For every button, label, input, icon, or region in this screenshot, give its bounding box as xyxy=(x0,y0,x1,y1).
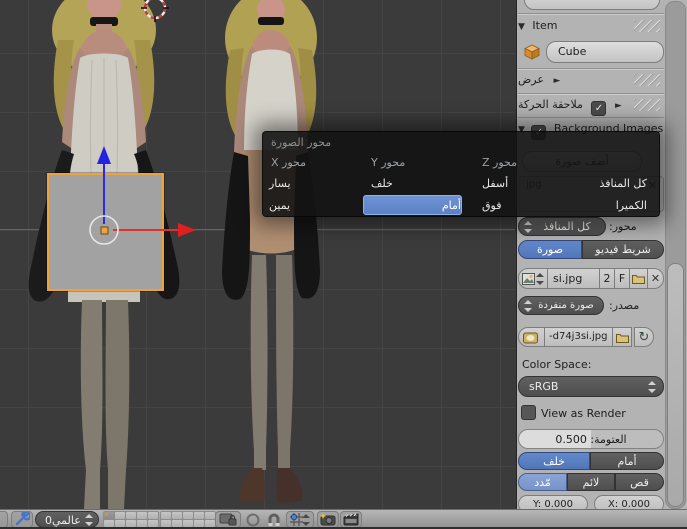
chevron-updown-icon xyxy=(648,380,657,393)
chevron-updown-icon xyxy=(302,513,311,526)
panel-header-item[interactable]: ▼ Item xyxy=(518,16,664,36)
menu-item-top[interactable]: فوق xyxy=(482,196,501,216)
snap-element-dropdown[interactable] xyxy=(286,511,314,528)
chevron-updown-icon xyxy=(524,220,533,233)
image-source-dropdown[interactable]: صورة منفردة xyxy=(518,296,604,315)
image-axis-menu: محور الصورة محور X محور Y محور Z يسار يم… xyxy=(262,131,660,217)
clapperboard-icon xyxy=(343,513,359,526)
chevron-updown-icon xyxy=(536,272,545,285)
selected-plane-object[interactable] xyxy=(47,173,164,291)
axis-dropdown[interactable]: كل المنافذ xyxy=(518,217,606,236)
cube-icon xyxy=(524,44,540,60)
wrench-manipulator-icon xyxy=(15,512,30,526)
lock-screen-icon xyxy=(219,513,237,525)
view-as-render-checkbox[interactable]: ✓ xyxy=(521,405,536,420)
draw-front-toggle[interactable]: أمام xyxy=(590,452,664,470)
magnet-icon xyxy=(268,513,280,526)
menu-col-x-header: محور X xyxy=(271,156,307,169)
proportional-edit-circle-icon xyxy=(246,513,260,526)
transform-orientation-dropdown[interactable]: عالمي0 xyxy=(35,511,99,528)
colorspace-dropdown[interactable]: sRGB xyxy=(518,376,664,397)
folder-icon xyxy=(615,333,629,343)
viewport-header-toolbar: عالمي0 xyxy=(0,509,687,529)
layers-widget-group-2[interactable] xyxy=(160,511,216,528)
source-image-toggle[interactable]: صورة xyxy=(518,240,582,259)
properties-sidebar: ▼ Item Cube عرض ► ملاحقة الحركة ✓ ► ▼ Ba… xyxy=(516,0,687,513)
source-label: مصدر: xyxy=(609,299,640,312)
unlink-image-button[interactable]: ✕ xyxy=(648,268,664,289)
panel-header-display[interactable]: عرض ► xyxy=(518,70,664,90)
menu-col-y-header: محور Y xyxy=(371,156,406,169)
browse-file-button[interactable] xyxy=(613,327,632,347)
chevron-updown-icon xyxy=(524,299,533,312)
menu-title: محور الصورة xyxy=(271,136,332,149)
panel-header-motion-tracking[interactable]: ملاحقة الحركة ✓ ► xyxy=(518,95,664,116)
folder-icon xyxy=(632,275,645,284)
image-preview-icon xyxy=(523,332,538,344)
close-icon: ✕ xyxy=(650,272,661,285)
menu-item-right[interactable]: يمين xyxy=(269,196,290,216)
3d-viewport[interactable] xyxy=(0,0,515,509)
image-preview-button[interactable] xyxy=(518,327,545,347)
menu-item-back[interactable]: خلف xyxy=(371,174,393,194)
sidebar-scrollbar-thumb[interactable] xyxy=(667,263,684,507)
view-as-render-label: View as Render xyxy=(541,407,626,420)
triangle-right-icon: ► xyxy=(614,101,622,111)
triangle-right-icon: ► xyxy=(553,76,561,86)
3d-cursor-icon[interactable] xyxy=(138,0,172,22)
menu-item-all-views[interactable]: كل المنافذ xyxy=(599,174,647,194)
fake-user-button[interactable]: F xyxy=(615,268,630,289)
panel-checkbox-checked[interactable]: ✓ xyxy=(591,101,607,116)
snap-toggle-button[interactable] xyxy=(265,511,283,528)
users-count-button[interactable]: 2 xyxy=(600,268,615,289)
panel-grip[interactable] xyxy=(634,99,660,111)
lock-to-scene-button[interactable] xyxy=(215,511,241,528)
image-datablock-button[interactable] xyxy=(518,268,548,289)
menu-item-camera[interactable]: الكميرا xyxy=(616,196,647,216)
blender-window: ▼ Item Cube عرض ► ملاحقة الحركة ✓ ► ▼ Ba… xyxy=(0,0,687,529)
triangle-down-icon: ▼ xyxy=(518,22,525,32)
proportional-edit-button[interactable] xyxy=(244,511,262,528)
object-name-field[interactable]: Cube xyxy=(546,41,664,63)
colorspace-label: Color Space: xyxy=(522,358,592,371)
axis-label: محور: xyxy=(609,220,637,233)
frame-stretch-toggle[interactable]: مّدد xyxy=(518,473,567,491)
frame-crop-toggle[interactable]: قص xyxy=(615,473,664,491)
panel-grip[interactable] xyxy=(634,74,660,86)
source-movie-toggle[interactable]: شريط فيديو xyxy=(582,240,664,259)
image-name-field[interactable]: si.jpg xyxy=(548,268,600,289)
layers-widget-group-1[interactable] xyxy=(103,511,159,528)
snap-element-icon xyxy=(289,513,303,526)
panel-grip[interactable] xyxy=(634,20,660,32)
menu-item-bottom[interactable]: أسفل xyxy=(482,174,508,194)
reload-image-button[interactable]: ↻ xyxy=(634,327,654,347)
camera-icon xyxy=(320,513,336,526)
frame-fit-toggle[interactable]: لائم xyxy=(567,473,615,491)
panel-title: Item xyxy=(532,19,558,32)
refresh-icon: ↻ xyxy=(638,329,650,345)
opacity-slider[interactable]: العتومة: 0.500 xyxy=(518,429,664,449)
draw-back-toggle[interactable]: خلف xyxy=(518,452,590,470)
image-icon xyxy=(522,273,535,285)
truncated-toolbar-button[interactable] xyxy=(0,511,8,528)
opengl-render-animation-button[interactable] xyxy=(340,511,362,528)
truncated-field[interactable] xyxy=(524,0,660,10)
manipulator-toggle-button[interactable] xyxy=(11,511,33,528)
opengl-render-image-button[interactable] xyxy=(317,511,339,528)
menu-col-z-header: محور Z xyxy=(482,156,518,169)
character-right xyxy=(222,0,320,503)
menu-item-left[interactable]: يسار xyxy=(269,174,291,194)
menu-item-front-selected[interactable]: أمام xyxy=(363,195,462,215)
file-path-field[interactable]: -d74j3si.jpg xyxy=(545,327,613,347)
panel-title: ملاحقة الحركة xyxy=(518,98,583,111)
open-image-button[interactable] xyxy=(630,268,648,289)
panel-title: عرض xyxy=(518,73,544,86)
chevron-updown-icon xyxy=(85,513,94,526)
